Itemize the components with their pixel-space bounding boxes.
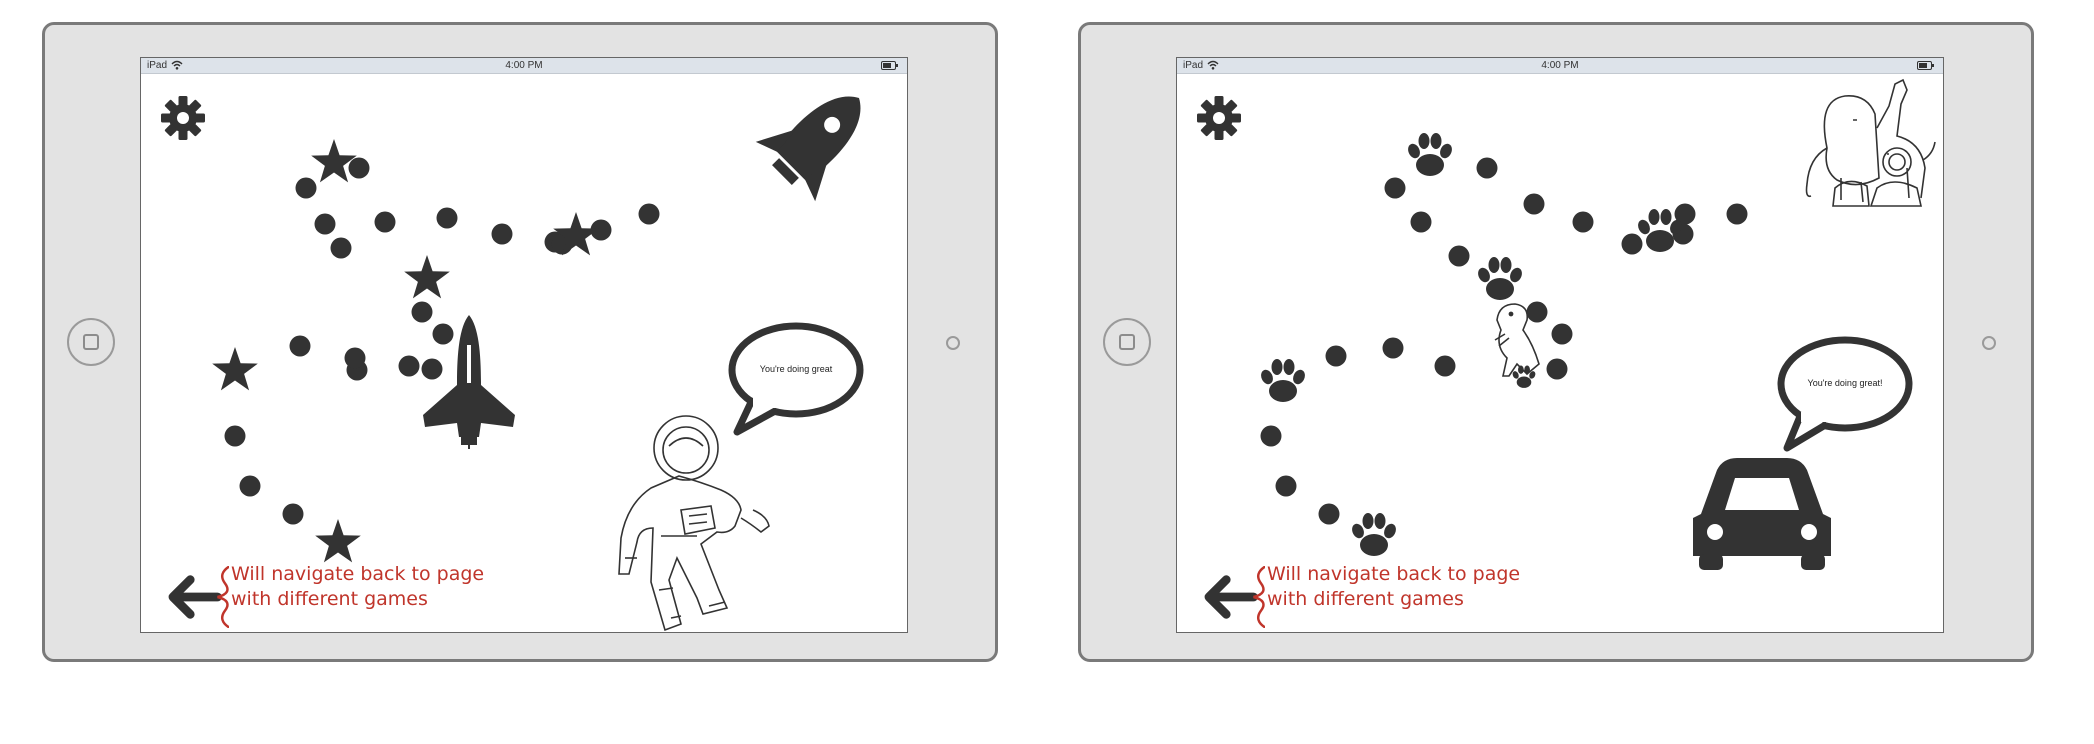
- path-dot: [344, 347, 366, 369]
- dot-path: [224, 157, 660, 525]
- path-dot: [432, 323, 454, 345]
- star-icon: [212, 347, 258, 391]
- path-dot: [1434, 355, 1456, 377]
- annotation-line: with different games: [231, 588, 428, 610]
- home-button[interactable]: [1103, 318, 1151, 366]
- path-dot: [282, 503, 304, 525]
- camera-dot: [946, 336, 960, 350]
- path-dot: [239, 475, 261, 497]
- speech-bubble: [728, 322, 864, 436]
- home-button[interactable]: [67, 318, 115, 366]
- navigation-annotation: Will navigate back to page with differen…: [1267, 562, 1520, 612]
- path-dot: [1551, 323, 1573, 345]
- path-dot: [436, 207, 458, 229]
- path-dot: [330, 237, 352, 259]
- path-dot: [348, 157, 370, 179]
- path-dot: [1546, 358, 1568, 380]
- navigation-annotation: Will navigate back to page with differen…: [231, 562, 484, 612]
- path-dot: [1448, 245, 1470, 267]
- path-dot: [421, 358, 443, 380]
- star-icon: [311, 139, 357, 183]
- star-icon: [315, 519, 361, 563]
- path-dot: [1384, 177, 1406, 199]
- path-dot: [295, 177, 317, 199]
- path-dot: [411, 301, 433, 323]
- settings-gear-icon[interactable]: [161, 96, 205, 140]
- speech-bubble-text: You're doing great: [759, 364, 833, 374]
- annotation-line: Will navigate back to page: [231, 563, 485, 585]
- speech-bubble: [1777, 336, 1913, 452]
- back-arrow-icon[interactable]: [1209, 566, 1266, 628]
- paw-print-icon: [1349, 513, 1399, 556]
- path-dot: [1526, 301, 1548, 323]
- settings-gear-icon[interactable]: [1197, 96, 1241, 140]
- path-dot: [638, 203, 660, 225]
- path-dot: [1260, 425, 1282, 447]
- path-dot: [1523, 193, 1545, 215]
- path-dot: [374, 211, 396, 233]
- path-dot: [1410, 211, 1432, 233]
- path-dot: [224, 425, 246, 447]
- paw-print-icon: [1475, 257, 1525, 300]
- annotation-line: with different games: [1267, 588, 1464, 610]
- screen-animals: iPad 4:00 PM You're doing great! Will na…: [1176, 57, 1944, 633]
- path-dot: [1572, 211, 1594, 233]
- speech-bubble-text: You're doing great!: [1807, 378, 1883, 388]
- path-dot: [1621, 233, 1643, 255]
- paw-print-icon: [1258, 359, 1308, 402]
- zoo-animals-illustration: [1805, 78, 1936, 207]
- path-dot: [314, 213, 336, 235]
- path-dot: [1382, 337, 1404, 359]
- tablet-frame-space: iPad 4:00 PM You're doing great Will nav…: [42, 22, 998, 662]
- path-dot: [289, 335, 311, 357]
- path-dot: [1275, 475, 1297, 497]
- camera-dot: [1982, 336, 1996, 350]
- annotation-line: Will navigate back to page: [1267, 563, 1521, 585]
- path-dot: [1318, 503, 1340, 525]
- screen-space: iPad 4:00 PM You're doing great Will nav…: [140, 57, 908, 633]
- path-dot: [1476, 157, 1498, 179]
- path-dot: [491, 223, 513, 245]
- tablet-frame-animals: iPad 4:00 PM You're doing great! Will na…: [1078, 22, 2034, 662]
- path-dot: [398, 355, 420, 377]
- astronaut-illustration: [618, 415, 770, 632]
- star-icon: [404, 255, 450, 299]
- car-icon: [1693, 458, 1831, 570]
- paw-print-icon: [1405, 133, 1455, 176]
- path-dot: [1726, 203, 1748, 225]
- back-arrow-icon[interactable]: [173, 566, 230, 628]
- rocket-icon: [755, 96, 861, 202]
- path-dot: [1325, 345, 1347, 367]
